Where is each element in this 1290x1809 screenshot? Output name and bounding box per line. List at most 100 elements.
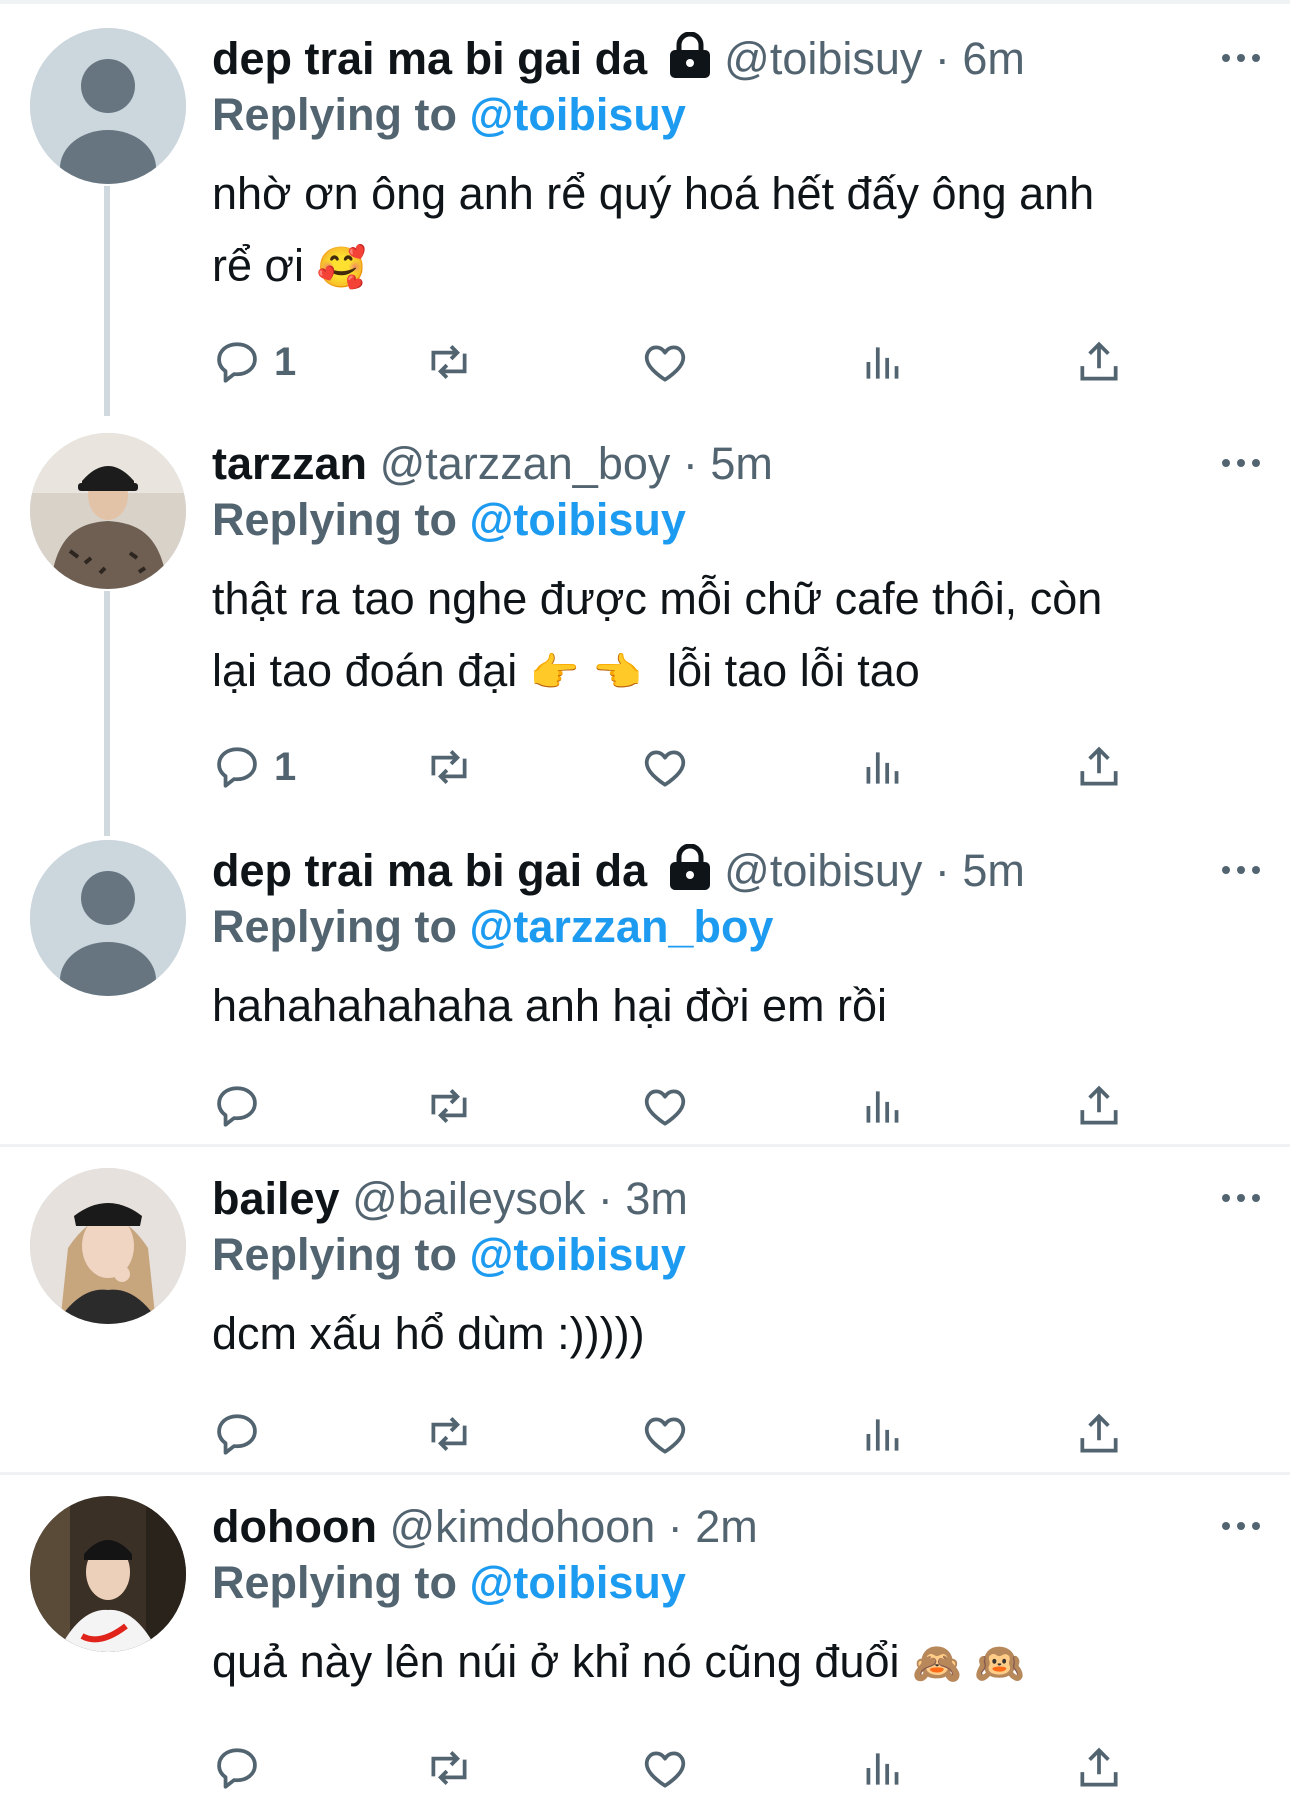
tweet-text-line: dcm xấu hổ dùm :))))) [212,1308,645,1359]
replying-handle-link[interactable]: @toibisuy [470,494,686,545]
share-button[interactable] [1074,1074,1124,1138]
share-button[interactable] [1074,735,1124,799]
display-name[interactable]: bailey [212,1173,340,1224]
tweet[interactable]: dep trai ma bi gai da @toibisuy · 5m Rep… [0,812,1290,1142]
replying-to: Replying to @toibisuy [212,1556,686,1610]
retweet-button[interactable] [424,735,474,799]
views-icon [858,337,908,387]
share-icon [1074,1743,1124,1793]
user-handle[interactable]: @toibisuy [724,33,922,84]
replying-label: Replying to [212,901,457,952]
tweet-text-line: rể ơi [212,240,305,291]
more-options-button[interactable] [1222,1506,1260,1546]
like-icon [640,337,690,387]
user-photo-icon [30,1168,186,1324]
views-icon [858,1409,908,1459]
reply-button[interactable]: 1 [212,735,296,799]
avatar[interactable] [30,1496,186,1652]
display-name[interactable]: dohoon [212,1501,377,1552]
timestamp[interactable]: 3m [625,1173,688,1224]
more-options-button[interactable] [1222,1178,1260,1218]
tweet[interactable]: dep trai ma bi gai da @toibisuy · 6m Rep… [0,0,1290,410]
views-button[interactable] [858,330,908,394]
tweet[interactable]: tarzzan @tarzzan_boy · 5m Replying to @t… [0,405,1290,810]
reply-count: 1 [274,339,297,384]
action-bar: 1 [212,735,1132,799]
like-icon [640,1743,690,1793]
retweet-icon [424,1409,474,1459]
tweet-header: dep trai ma bi gai da @toibisuy · 5m [212,844,1170,898]
reply-icon [212,1081,262,1131]
tweet-text-line: lại tao đoán đại [212,645,518,696]
replying-to: Replying to @toibisuy [212,493,686,547]
tweet[interactable]: dohoon @kimdohoon · 2m Replying to @toib… [0,1468,1290,1809]
views-icon [858,1743,908,1793]
retweet-button[interactable] [424,1074,474,1138]
views-button[interactable] [858,1402,908,1466]
reply-button[interactable] [212,1074,274,1138]
avatar[interactable] [30,28,186,184]
retweet-button[interactable] [424,1736,474,1800]
replying-handle-link[interactable]: @toibisuy [470,1557,686,1608]
more-options-button[interactable] [1222,443,1260,483]
reply-button[interactable] [212,1736,274,1800]
more-dot [1252,54,1260,62]
display-name[interactable]: dep trai ma bi gai da [212,845,647,896]
replying-handle-link[interactable]: @toibisuy [470,89,686,140]
reply-icon [212,337,262,387]
timestamp[interactable]: 6m [962,33,1025,84]
avatar[interactable] [30,433,186,589]
share-button[interactable] [1074,1402,1124,1466]
lock-icon [669,32,710,78]
avatar[interactable] [30,1168,186,1324]
tweet-text: nhờ ơn ông anh rể quý hoá hết đấy ông an… [212,158,1252,304]
more-dot [1222,459,1230,467]
like-button[interactable] [640,735,690,799]
tweet[interactable]: bailey @baileysok · 3m Replying to @toib… [0,1140,1290,1470]
retweet-button[interactable] [424,330,474,394]
more-options-button[interactable] [1222,850,1260,890]
user-handle[interactable]: @tarzzan_boy [380,438,671,489]
user-handle[interactable]: @baileysok [352,1173,585,1224]
retweet-icon [424,1081,474,1131]
share-button[interactable] [1074,330,1124,394]
emoji: 🥰 [316,245,367,291]
display-name[interactable]: tarzzan [212,438,367,489]
retweet-icon [424,337,474,387]
tweet-header: dohoon @kimdohoon · 2m [212,1500,1170,1554]
user-photo-icon [30,433,186,589]
timestamp[interactable]: 2m [695,1501,758,1552]
retweet-button[interactable] [424,1402,474,1466]
timestamp[interactable]: 5m [710,438,773,489]
like-button[interactable] [640,1402,690,1466]
more-dot [1237,866,1245,874]
more-dot [1222,54,1230,62]
avatar[interactable] [30,840,186,996]
more-dot [1252,866,1260,874]
reply-button[interactable] [212,1402,274,1466]
views-button[interactable] [858,1074,908,1138]
views-button[interactable] [858,735,908,799]
timestamp[interactable]: 5m [962,845,1025,896]
display-name[interactable]: dep trai ma bi gai da [212,33,647,84]
tweet-header: tarzzan @tarzzan_boy · 5m [212,437,1170,491]
replying-handle-link[interactable]: @toibisuy [470,1229,686,1280]
like-button[interactable] [640,330,690,394]
user-handle[interactable]: @kimdohoon [389,1501,655,1552]
emoji: 🙈 🙉 [912,1641,1025,1687]
more-options-button[interactable] [1222,38,1260,78]
tweet-text-line: lỗi tao lỗi tao [667,645,920,696]
share-button[interactable] [1074,1736,1124,1800]
user-handle[interactable]: @toibisuy [724,845,922,896]
views-button[interactable] [858,1736,908,1800]
replying-handle-link[interactable]: @tarzzan_boy [470,901,774,952]
like-button[interactable] [640,1074,690,1138]
more-dot [1222,866,1230,874]
default-avatar-icon [30,28,186,184]
separator-dot: · [670,438,711,489]
like-button[interactable] [640,1736,690,1800]
tweet-text: thật ra tao nghe được mỗi chữ cafe thôi,… [212,563,1252,709]
tweet-text: quả này lên núi ở khỉ nó cũng đuổi 🙈 🙉 [212,1626,1252,1700]
tweet-text: dcm xấu hổ dùm :))))) [212,1298,1252,1370]
reply-button[interactable]: 1 [212,330,296,394]
